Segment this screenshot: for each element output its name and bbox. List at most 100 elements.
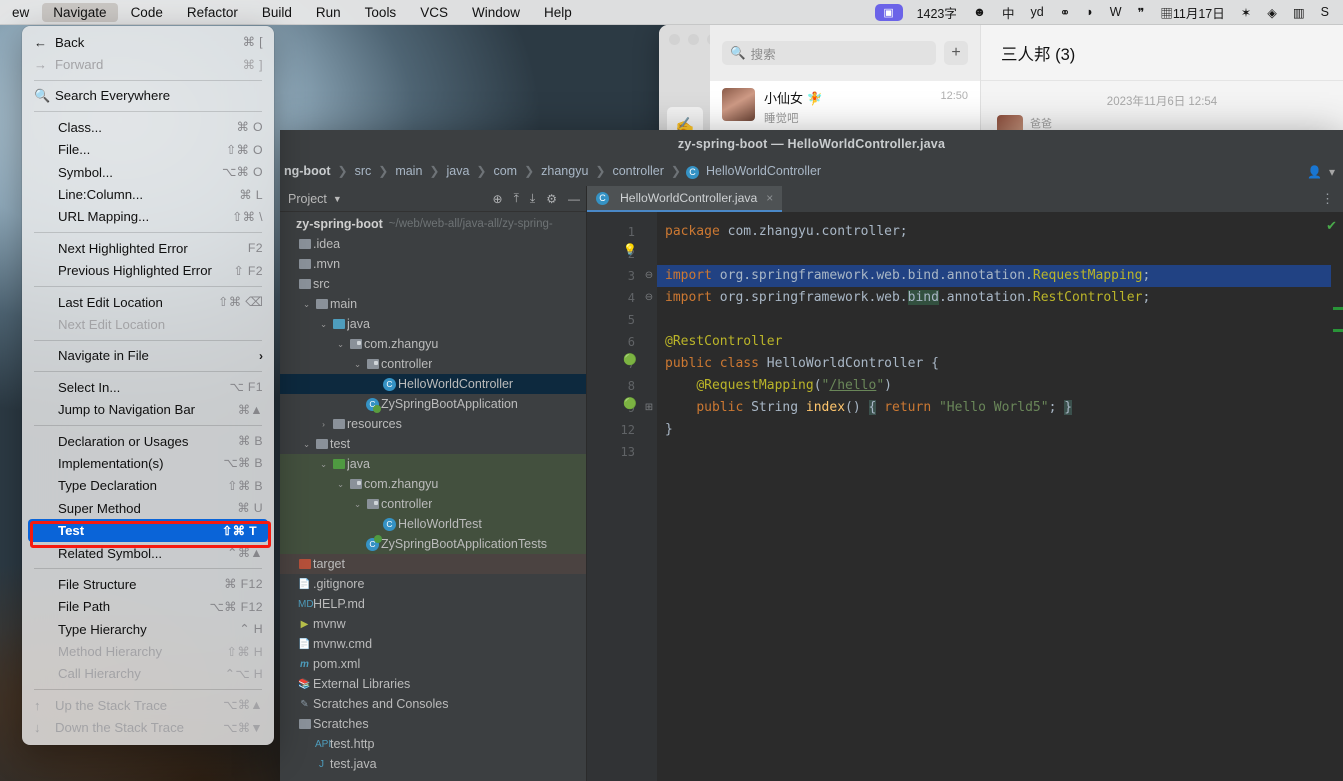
input-method-chinese-icon[interactable]: 中: [1002, 3, 1015, 22]
wechat-icon[interactable]: ❞: [1138, 5, 1145, 20]
tree-node[interactable]: .idea: [280, 234, 586, 254]
menu-item-file-path[interactable]: File Path ⌥⌘ F12: [22, 596, 274, 618]
menubar-item-vcs[interactable]: VCS: [409, 3, 459, 22]
code-line[interactable]: [657, 309, 1331, 331]
youdao-dictionary-icon[interactable]: yd: [1031, 5, 1044, 19]
tree-node[interactable]: src: [280, 274, 586, 294]
chevron-down-icon[interactable]: ▼: [333, 194, 342, 204]
code-line[interactable]: import org.springframework.web.bind.anno…: [657, 287, 1331, 309]
breadcrumb-item[interactable]: C HelloWorldController: [685, 164, 823, 179]
tree-node[interactable]: C ZySpringBootApplication: [280, 394, 586, 414]
menubar-item-refactor[interactable]: Refactor: [176, 3, 249, 22]
close-window-icon[interactable]: [669, 34, 680, 45]
expand-region-icon[interactable]: ⊞: [641, 397, 657, 419]
dark-reader-icon[interactable]: ◗: [1086, 5, 1094, 19]
add-chat-button[interactable]: +: [944, 41, 968, 65]
run-gutter-icon[interactable]: 🟢: [623, 397, 637, 410]
inspection-status-icon[interactable]: ✔: [1326, 218, 1337, 234]
dropbox-icon[interactable]: ◈: [1267, 5, 1277, 20]
tree-node[interactable]: MD HELP.md: [280, 594, 586, 614]
smiley-icon[interactable]: ☻: [973, 5, 986, 19]
chevron-down-icon[interactable]: ⌄: [351, 499, 364, 510]
menu-item-previous-highlighted-error[interactable]: Previous Highlighted Error ⇧ F2: [22, 260, 274, 282]
menu-item-related-symbol[interactable]: Related Symbol... ⌃⌘▲: [22, 542, 274, 564]
tree-node[interactable]: 📚 External Libraries: [280, 674, 586, 694]
tree-node[interactable]: target: [280, 554, 586, 574]
tree-node[interactable]: ⌄ test: [280, 434, 586, 454]
hide-panel-icon[interactable]: —: [568, 192, 580, 206]
breadcrumb-item[interactable]: main: [393, 164, 424, 178]
settings-gear-icon[interactable]: ⚙: [546, 192, 557, 206]
breadcrumb-item[interactable]: zhangyu: [539, 164, 590, 178]
menu-item-navigate-in-file[interactable]: Navigate in File ›: [22, 345, 274, 367]
menubar-left-items[interactable]: ew Navigate Code Refactor Build Run Tools VCS Wi…: [0, 0, 584, 24]
tree-node[interactable]: ⌄ java: [280, 314, 586, 334]
chevron-right-icon[interactable]: ›: [317, 419, 330, 429]
screen-share-badge-icon[interactable]: ▣: [874, 3, 903, 21]
tree-node[interactable]: Jtest.java: [280, 754, 586, 774]
code-line[interactable]: import org.springframework.web.bind.anno…: [657, 265, 1331, 287]
tree-node[interactable]: C ZySpringBootApplicationTests: [280, 534, 586, 554]
tree-node[interactable]: ⌄ com.zhangyu: [280, 334, 586, 354]
breadcrumb-item[interactable]: src: [353, 164, 374, 178]
navigate-dropdown-menu[interactable]: ← Back ⌘ [→ Forward ⌘ ] 🔍 Search Everywhere Cla…: [22, 26, 274, 745]
word-count-status[interactable]: 1423字: [917, 3, 957, 22]
menu-item-last-edit-location[interactable]: Last Edit Location ⇧⌘ ⌫: [22, 291, 274, 313]
breadcrumb-item[interactable]: java: [444, 164, 471, 178]
navbar-right-controls[interactable]: 👤 ▾: [1307, 165, 1335, 179]
tree-node[interactable]: ⌄ controller: [280, 354, 586, 374]
chevron-down-icon[interactable]: ▾: [1329, 165, 1335, 179]
code-line[interactable]: @RestController: [657, 331, 1331, 353]
minimize-window-icon[interactable]: [688, 34, 699, 45]
menu-item-back[interactable]: ← Back ⌘ [: [22, 31, 274, 53]
bartender-icon[interactable]: ⚭: [1060, 5, 1070, 20]
code-line[interactable]: [657, 243, 1331, 265]
chevron-down-icon[interactable]: ⌄: [317, 459, 330, 470]
tree-node[interactable]: ⌄ java: [280, 454, 586, 474]
locate-icon[interactable]: ⊕: [493, 192, 503, 206]
code-line[interactable]: [657, 441, 1331, 463]
chevron-down-icon[interactable]: ⌄: [300, 439, 313, 450]
menubar-item-help[interactable]: Help: [533, 3, 583, 22]
tree-node[interactable]: ⌄ main: [280, 294, 586, 314]
menubar-item-build[interactable]: Build: [251, 3, 303, 22]
menu-item-class[interactable]: Class... ⌘ O: [22, 116, 274, 138]
tree-node[interactable]: C HelloWorldTest: [280, 514, 586, 534]
battery-icon[interactable]: ▥: [1293, 5, 1305, 20]
calendar-date-icon[interactable]: ▦11月17日: [1160, 3, 1224, 22]
menubar-item-ew[interactable]: ew: [1, 3, 40, 22]
menu-item-line-column[interactable]: Line:Column... ⌘ L: [22, 183, 274, 205]
menubar-item-run[interactable]: Run: [305, 3, 352, 22]
code-line[interactable]: package com.zhangyu.controller;: [657, 221, 1331, 243]
tree-node[interactable]: zy-spring-boot ~/web/web-all/java-all/zy-…: [280, 214, 586, 234]
menu-item-next-highlighted-error[interactable]: Next Highlighted Error F2: [22, 237, 274, 259]
menu-item-jump-to-navigation-bar[interactable]: Jump to Navigation Bar ⌘▲: [22, 398, 274, 420]
menu-item-test[interactable]: Test ⇧⌘ T: [28, 519, 268, 542]
close-icon[interactable]: ×: [766, 191, 773, 205]
menu-item-declaration-or-usages[interactable]: Declaration or Usages ⌘ B: [22, 430, 274, 452]
intention-bulb-icon[interactable]: 💡: [623, 243, 637, 256]
code-content[interactable]: package com.zhangyu.controller; import o…: [657, 212, 1331, 781]
tree-node[interactable]: ⌄ com.zhangyu: [280, 474, 586, 494]
menu-item-implementation-s[interactable]: Implementation(s) ⌥⌘ B: [22, 452, 274, 474]
menubar-item-window[interactable]: Window: [461, 3, 531, 22]
editor-options-icon[interactable]: ⋮: [1313, 186, 1343, 212]
intellij-window[interactable]: zy-spring-boot — HelloWorldController.ja…: [280, 130, 1343, 781]
menu-item-url-mapping[interactable]: URL Mapping... ⇧⌘ \: [22, 206, 274, 228]
bluetooth-icon[interactable]: ✶: [1241, 5, 1251, 20]
tree-node[interactable]: › resources: [280, 414, 586, 434]
menu-item-super-method[interactable]: Super Method ⌘ U: [22, 497, 274, 519]
menu-item-type-hierarchy[interactable]: Type Hierarchy ⌃ H: [22, 618, 274, 640]
spotlight-icon[interactable]: S: [1321, 5, 1329, 19]
tree-node[interactable]: C HelloWorldController: [280, 374, 586, 394]
code-line[interactable]: }: [657, 419, 1331, 441]
breadcrumb[interactable]: ng-boot ❯ src ❯ main ❯ java ❯ com ❯ zhangyu ❯ contro…: [282, 164, 1307, 179]
search-input[interactable]: 🔍 搜索: [722, 41, 936, 65]
fold-region-icon[interactable]: ⊖: [641, 265, 657, 287]
expand-all-icon[interactable]: ⤒: [514, 191, 519, 206]
menu-item-select-in[interactable]: Select In... ⌥ F1: [22, 376, 274, 398]
tree-node[interactable]: .mvn: [280, 254, 586, 274]
breadcrumb-item[interactable]: controller: [610, 164, 665, 178]
tree-node[interactable]: ▶ mvnw: [280, 614, 586, 634]
menu-item-search-everywhere[interactable]: 🔍 Search Everywhere: [22, 85, 274, 107]
